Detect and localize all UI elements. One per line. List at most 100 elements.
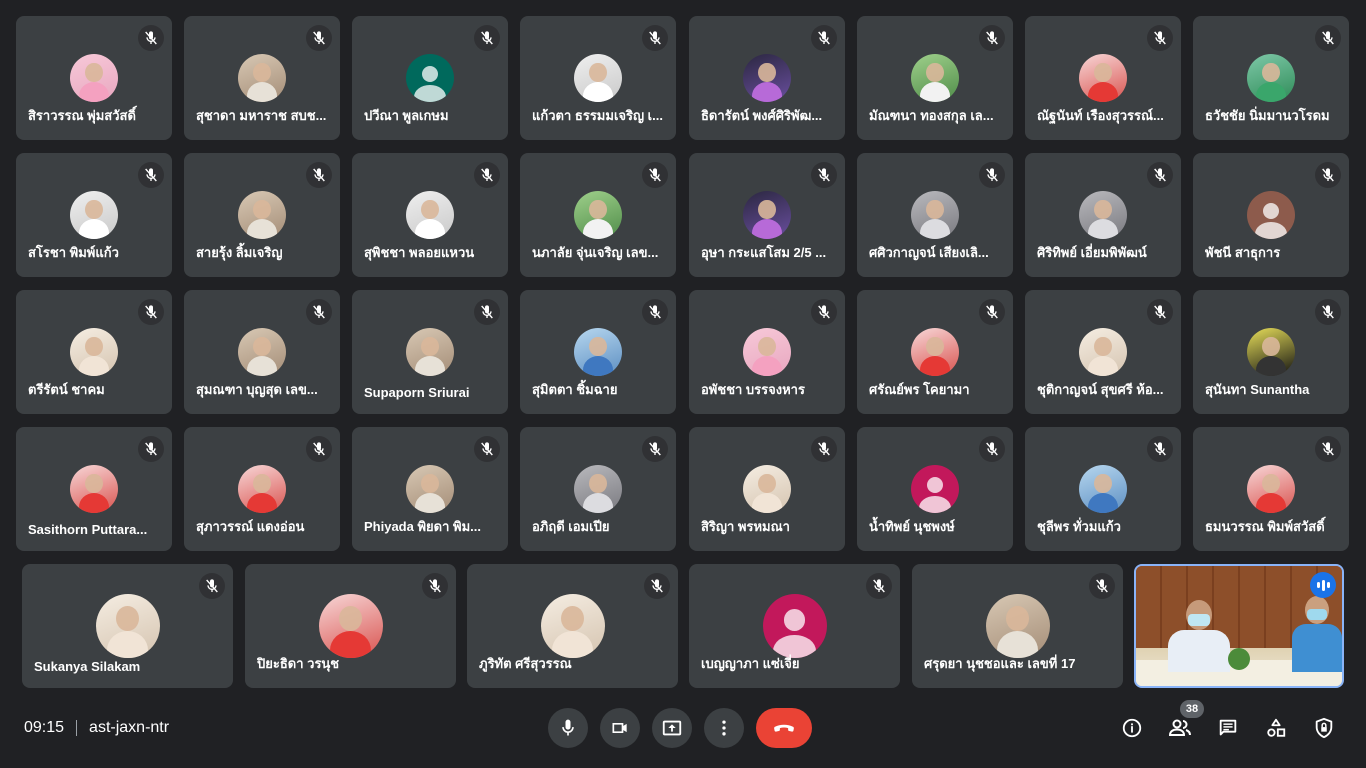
mic-off-icon bbox=[979, 162, 1005, 188]
participant-tile[interactable]: Sukanya Silakam bbox=[22, 564, 233, 688]
participant-tile[interactable]: สุชาดา มหาราช สบช... bbox=[184, 16, 340, 140]
participant-tile[interactable]: ธิดารัตน์ พงศ์ศิริพัฒ... bbox=[689, 16, 845, 140]
participant-tile[interactable]: ศรุดยา นุชชอและ เลขที่ 17 bbox=[912, 564, 1123, 688]
participant-tile[interactable]: เบญญาภา แซ่เจี่ย bbox=[689, 564, 900, 688]
participant-tile[interactable]: อพัชชา บรรจงหาร bbox=[689, 290, 845, 414]
avatar bbox=[238, 54, 286, 102]
participant-tile[interactable]: ตรีรัตน์ ชาคม bbox=[16, 290, 172, 414]
participant-tile[interactable]: สุมณฑา บุญสุด เลข... bbox=[184, 290, 340, 414]
host-controls-icon bbox=[1315, 717, 1333, 739]
end-call-icon bbox=[774, 724, 794, 732]
participant-tile[interactable]: ชุลีพร ทั่วมแก้ว bbox=[1025, 427, 1181, 551]
camera-icon bbox=[612, 723, 627, 733]
avatar bbox=[911, 54, 959, 102]
participant-name: ธมนวรรณ พิมพ์สวัสดิ์ bbox=[1205, 519, 1325, 534]
avatar bbox=[238, 465, 286, 513]
camera-button[interactable] bbox=[600, 708, 640, 748]
participant-name: ชุลีพร ทั่วมแก้ว bbox=[1037, 519, 1121, 534]
mic-off-icon bbox=[866, 573, 892, 599]
mic-off-icon bbox=[422, 573, 448, 599]
participant-tile[interactable]: นภาลัย จุ่นเจริญ เลข... bbox=[520, 153, 676, 277]
participant-name: อุษา กระแสโสม 2/5 ... bbox=[701, 245, 827, 260]
participant-tile[interactable]: ปิยะธิดา วรนุช bbox=[245, 564, 456, 688]
mic-off-icon bbox=[474, 25, 500, 51]
mic-off-icon bbox=[474, 436, 500, 462]
participant-tile[interactable]: น้ำทิพย์ นุชพงษ์ bbox=[857, 427, 1013, 551]
chat-button[interactable] bbox=[1212, 712, 1244, 744]
participant-tile[interactable]: ศรัณย์พร โคยามา bbox=[857, 290, 1013, 414]
avatar bbox=[70, 54, 118, 102]
participant-video-tile[interactable] bbox=[1134, 564, 1344, 688]
participant-tile[interactable]: สิราวรรณ พุ่มสวัสดิ์ bbox=[16, 16, 172, 140]
participant-tile[interactable]: สายรุ้ง ลิ้มเจริญ bbox=[184, 153, 340, 277]
participant-name: Sasithorn Puttara... bbox=[28, 522, 148, 537]
participant-tile[interactable]: สุมิตตา ชิ้มฉาย bbox=[520, 290, 676, 414]
meeting-code: ast-jaxn-ntr bbox=[89, 719, 170, 736]
more-options-button[interactable] bbox=[704, 708, 744, 748]
info-icon bbox=[1122, 718, 1142, 738]
participant-name: Supaporn Sriurai bbox=[364, 385, 470, 400]
mic-off-icon bbox=[1147, 299, 1173, 325]
participant-tile[interactable]: อภิฤดี เอมเปีย bbox=[520, 427, 676, 551]
participant-name: ชุติกาญจน์ สุขศรี ห้อ... bbox=[1037, 382, 1164, 397]
mic-off-icon bbox=[642, 436, 668, 462]
microphone-button[interactable] bbox=[548, 708, 588, 748]
mic-off-icon bbox=[811, 436, 837, 462]
avatar bbox=[238, 328, 286, 376]
participant-name: แก้วตา ธรรมมเจริญ เ... bbox=[532, 108, 663, 123]
participant-tile[interactable]: Sasithorn Puttara... bbox=[16, 427, 172, 551]
participant-tile[interactable]: ณัฐนันท์ เรืองสุวรรณ์... bbox=[1025, 16, 1181, 140]
participant-tile[interactable]: มัณฑนา ทองสกุล เล... bbox=[857, 16, 1013, 140]
avatar bbox=[540, 594, 605, 658]
participant-tile[interactable]: สโรชา พิมพ์แก้ว bbox=[16, 153, 172, 277]
avatar bbox=[1079, 191, 1127, 239]
video-person-left bbox=[1168, 600, 1230, 672]
participant-tile[interactable]: แก้วตา ธรรมมเจริญ เ... bbox=[520, 16, 676, 140]
participant-name: เบญญาภา แซ่เจี่ย bbox=[701, 656, 800, 671]
meeting-details[interactable]: 09:15 ast-jaxn-ntr bbox=[24, 719, 169, 737]
participant-tile[interactable]: ปวีณา พูลเกษม bbox=[352, 16, 508, 140]
participant-tile[interactable]: ภูริทัต ศรีสุวรรณ bbox=[467, 564, 678, 688]
avatar bbox=[1247, 465, 1295, 513]
participant-tile[interactable]: Phiyada พิยดา พิม... bbox=[352, 427, 508, 551]
participant-tile[interactable]: สุนันทา Sunantha bbox=[1193, 290, 1349, 414]
participant-tile[interactable]: ธวัชชัย นิ่มมานวโรดม bbox=[1193, 16, 1349, 140]
avatar bbox=[95, 594, 160, 658]
participant-name: มัณฑนา ทองสกุล เล... bbox=[869, 108, 994, 123]
mic-off-icon bbox=[1315, 299, 1341, 325]
activities-button[interactable] bbox=[1260, 712, 1292, 744]
participant-name: สโรชา พิมพ์แก้ว bbox=[28, 245, 119, 260]
mic-off-icon bbox=[642, 162, 668, 188]
participant-name: สิริญา พรหมณา bbox=[701, 519, 790, 534]
mic-off-icon bbox=[1147, 25, 1173, 51]
participant-tile[interactable]: สุภาวรรณ์ แดงอ่อน bbox=[184, 427, 340, 551]
mic-off-icon bbox=[811, 25, 837, 51]
mic-off-icon bbox=[138, 299, 164, 325]
participant-name: Phiyada พิยดา พิม... bbox=[364, 519, 481, 534]
mic-off-icon bbox=[979, 436, 1005, 462]
participant-tile[interactable]: ชุติกาญจน์ สุขศรี ห้อ... bbox=[1025, 290, 1181, 414]
participant-tile[interactable]: ศิริทิพย์ เอี่ยมพิพัฒน์ bbox=[1025, 153, 1181, 277]
default-avatar-icon bbox=[911, 465, 959, 513]
participant-tile[interactable]: พัชนี สาธุการ bbox=[1193, 153, 1349, 277]
leave-call-button[interactable] bbox=[756, 708, 812, 748]
present-screen-button[interactable] bbox=[652, 708, 692, 748]
avatar bbox=[574, 465, 622, 513]
participant-name: สายรุ้ง ลิ้มเจริญ bbox=[196, 245, 283, 260]
participant-tile[interactable]: Supaporn Sriurai bbox=[352, 290, 508, 414]
mic-off-icon bbox=[642, 299, 668, 325]
participant-tile[interactable]: ศศิวกาญจน์ เสียงเลิ... bbox=[857, 153, 1013, 277]
participant-tile[interactable]: สิริญา พรหมณา bbox=[689, 427, 845, 551]
participant-tile[interactable]: สุพิชชา พลอยแหวน bbox=[352, 153, 508, 277]
participant-tile[interactable]: ธมนวรรณ พิมพ์สวัสดิ์ bbox=[1193, 427, 1349, 551]
mic-off-icon bbox=[1315, 25, 1341, 51]
mic-off-icon bbox=[138, 25, 164, 51]
participant-name: สุภาวรรณ์ แดงอ่อน bbox=[196, 519, 305, 534]
participant-tile[interactable]: อุษา กระแสโสม 2/5 ... bbox=[689, 153, 845, 277]
meeting-time: 09:15 bbox=[24, 719, 65, 736]
host-controls-button[interactable] bbox=[1308, 712, 1340, 744]
participant-name: สุมณฑา บุญสุด เลข... bbox=[196, 382, 318, 397]
participant-name: พัชนี สาธุการ bbox=[1205, 245, 1281, 260]
meeting-info-button[interactable] bbox=[1116, 712, 1148, 744]
video-person-right bbox=[1292, 596, 1342, 672]
